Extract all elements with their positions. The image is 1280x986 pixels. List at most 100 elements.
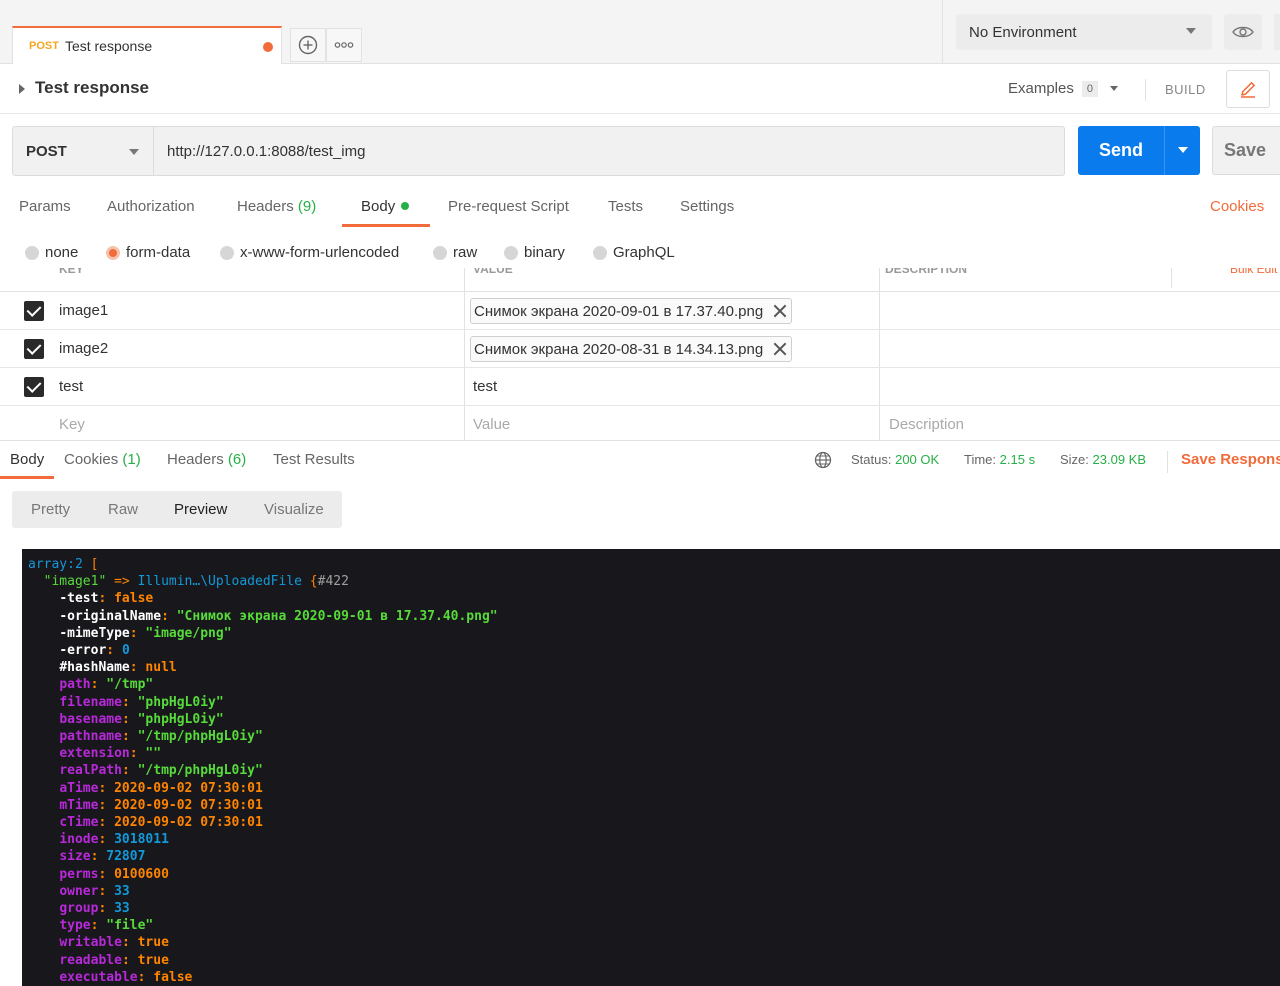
radio-circle-selected	[106, 245, 120, 260]
file-chip[interactable]: Снимок экрана 2020-09-01 в 17.37.40.png	[470, 298, 793, 324]
tab-settings[interactable]: Settings	[680, 198, 734, 215]
new-tab-button[interactable]	[290, 28, 326, 62]
file-name: Снимок экрана 2020-08-31 в 14.34.13.png	[474, 340, 764, 358]
dump-property-value: 2020-09-02 07:30:01	[114, 797, 263, 813]
dump-property-line: realPath: "/tmp/phpHgL0iy"	[28, 762, 1280, 779]
dump-property-name: filename	[59, 694, 122, 710]
view-mode-pretty[interactable]: Pretty	[31, 501, 70, 518]
dump-property-name: group	[59, 901, 99, 917]
close-icon[interactable]	[773, 304, 787, 318]
tab-tests[interactable]: Tests	[608, 198, 643, 215]
time-value: 2.15 s	[999, 452, 1036, 467]
radio-binary[interactable]: binary	[504, 244, 565, 261]
file-chip[interactable]: Снимок экрана 2020-08-31 в 14.34.13.png	[470, 336, 793, 362]
bulk-edit-link[interactable]: Bulk Edit	[1230, 268, 1277, 276]
dump-property-value: 72807	[106, 849, 146, 865]
environment-quick-look-button[interactable]	[1224, 14, 1262, 50]
response-preview: array:2 [ "image1" => Illumin…\UploadedF…	[22, 549, 1280, 986]
response-tab-cookies[interactable]: Cookies (1)	[64, 451, 141, 468]
dump-property-value: 33	[114, 883, 130, 899]
description-input-placeholder[interactable]: Description	[889, 416, 964, 433]
radio-form-data-label: form-data	[126, 244, 191, 261]
dump-property-line: filename: "phpHgL0iy"	[28, 694, 1280, 711]
chevron-down-icon	[1109, 86, 1118, 91]
tab-authorization[interactable]: Authorization	[107, 198, 195, 215]
request-tab[interactable]: POST Test response	[12, 26, 282, 64]
row-key[interactable]: image2	[59, 340, 108, 357]
dump-property-line: inode: 3018011	[28, 831, 1280, 848]
tab-body[interactable]: Body	[361, 198, 410, 215]
view-mode-raw[interactable]: Raw	[108, 501, 138, 518]
dump-property-line: path: "/tmp"	[28, 676, 1280, 693]
column-header-value: VALUE	[473, 268, 513, 276]
dump-property-name: pathname	[59, 729, 122, 745]
key-input-placeholder[interactable]: Key	[59, 416, 85, 433]
dump-property-name: -mimeType	[59, 625, 130, 641]
dump-property-line: aTime: 2020-09-02 07:30:01	[28, 780, 1280, 797]
radio-none[interactable]: none	[25, 244, 78, 261]
tab-headers-label: Headers	[237, 198, 294, 215]
pencil-icon	[1241, 82, 1255, 98]
dump-class-name[interactable]: Illumin…\UploadedFile	[138, 574, 302, 589]
dump-colon: :	[129, 625, 146, 641]
response-time: Time: 2.15 s	[964, 452, 1035, 467]
response-tab-test-results[interactable]: Test Results	[273, 451, 355, 468]
settings-button-edge[interactable]	[1274, 14, 1280, 50]
radio-graphql[interactable]: GraphQL	[593, 244, 675, 261]
tab-params[interactable]: Params	[19, 198, 71, 215]
http-method-select[interactable]: POST	[12, 126, 154, 176]
row-checkbox[interactable]	[24, 301, 44, 321]
dump-colon: :	[121, 711, 138, 727]
view-mode-visualize[interactable]: Visualize	[264, 501, 324, 518]
dump-property-line: mTime: 2020-09-02 07:30:01	[28, 797, 1280, 814]
url-input[interactable]	[153, 126, 1065, 176]
radio-urlencoded-label: x-www-form-urlencoded	[240, 244, 400, 261]
close-icon[interactable]	[773, 342, 787, 356]
tab-options-button[interactable]	[326, 28, 362, 62]
body-type-options: none form-data x-www-form-urlencoded raw…	[0, 240, 1280, 268]
body-indicator-dot	[401, 202, 410, 211]
save-response-button[interactable]: Save Response	[1181, 451, 1280, 468]
response-tab-headers[interactable]: Headers (6)	[167, 451, 246, 468]
response-size: Size: 23.09 KB	[1060, 452, 1146, 467]
size-value: 23.09 KB	[1092, 452, 1147, 467]
request-title[interactable]: Test response	[35, 78, 149, 98]
radio-form-data[interactable]: form-data	[106, 244, 190, 261]
edit-button[interactable]	[1226, 70, 1270, 108]
chevron-right-icon[interactable]	[19, 84, 25, 94]
dump-property-value: null	[145, 660, 177, 676]
row-key[interactable]: test	[59, 378, 83, 395]
send-button[interactable]: Send	[1078, 126, 1164, 175]
row-key[interactable]: image1	[59, 302, 108, 319]
cookies-link[interactable]: Cookies	[1210, 198, 1264, 215]
globe-icon[interactable]	[814, 451, 832, 469]
dump-property-name: -test	[59, 591, 99, 607]
response-tab-body[interactable]: Body	[10, 451, 44, 468]
dump-array-type: array:2	[28, 557, 83, 572]
row-checkbox[interactable]	[24, 377, 44, 397]
table-row: image2 Снимок экрана 2020-08-31 в 14.34.…	[0, 330, 1280, 368]
row-value[interactable]: test	[473, 378, 497, 395]
save-button[interactable]: Save	[1212, 126, 1280, 175]
tab-pre-request-script[interactable]: Pre-request Script	[448, 198, 569, 215]
dump-property-value: 0100600	[114, 866, 169, 882]
environment-select[interactable]: No Environment	[956, 14, 1212, 50]
dump-property-line: #hashName: null	[28, 659, 1280, 676]
send-options-button[interactable]	[1164, 126, 1200, 175]
build-mode-label[interactable]: BUILD	[1165, 82, 1206, 97]
size-label: Size:	[1060, 452, 1089, 467]
request-tab-name: Test response	[64, 38, 153, 54]
active-tab-indicator	[0, 476, 54, 479]
dump-property-value: "image/png"	[145, 625, 232, 641]
row-checkbox[interactable]	[24, 339, 44, 359]
dump-property-line: owner: 33	[28, 883, 1280, 900]
examples-dropdown[interactable]: Examples 0	[1008, 80, 1118, 97]
dump-colon: :	[121, 952, 138, 968]
tab-headers[interactable]: Headers (9)	[237, 198, 316, 215]
value-input-placeholder[interactable]: Value	[473, 416, 510, 433]
view-mode-switcher: Pretty Raw Preview Visualize	[12, 491, 342, 528]
radio-raw[interactable]: raw	[433, 244, 477, 261]
radio-x-www-form-urlencoded[interactable]: x-www-form-urlencoded	[220, 244, 399, 261]
dump-brace[interactable]: {	[310, 574, 318, 589]
view-mode-preview[interactable]: Preview	[174, 501, 227, 518]
